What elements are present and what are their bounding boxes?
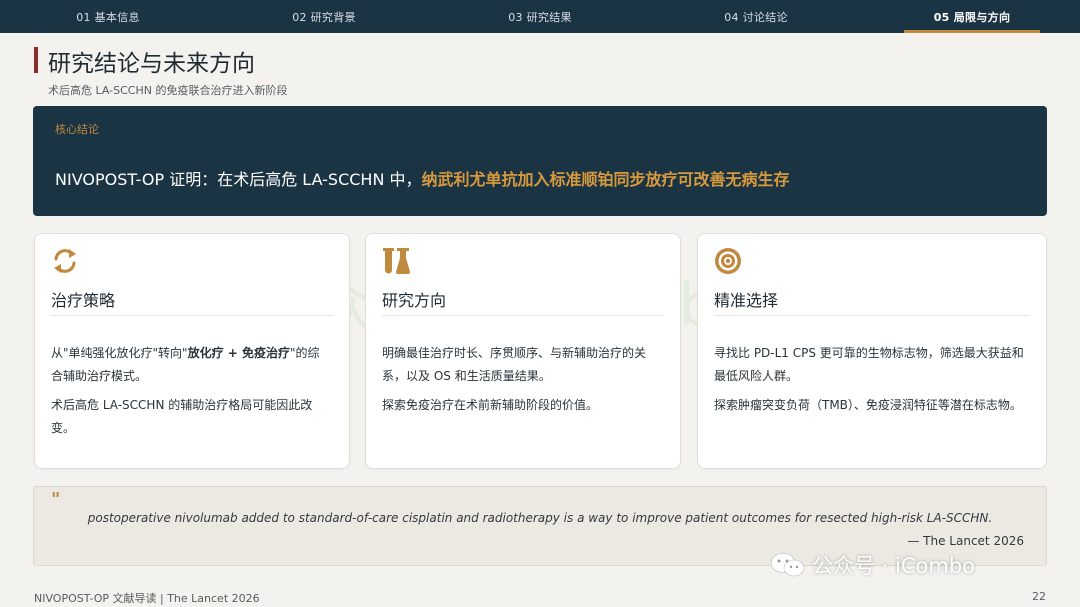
card-body: 寻找比 PD-L1 CPS 更可靠的生物标志物，筛选最大获益和最低风险人群。 探… [714, 342, 1028, 423]
page-subtitle: 术后高危 LA-SCCHN 的免疫联合治疗进入新阶段 [48, 84, 288, 97]
tab-limitations-directions[interactable]: 05 局限与方向 [864, 0, 1080, 33]
card-divider [714, 315, 1030, 316]
card-body: 明确最佳治疗时长、序贯顺序、与新辅助治疗的关系，以及 OS 和生活质量结果。 探… [382, 342, 662, 423]
card-body: 从"单纯强化放化疗"转向"放化疗 + 免疫治疗"的综合辅助治疗模式。 术后高危 … [51, 342, 331, 446]
core-conclusion-text: NIVOPOST-OP 证明：在术后高危 LA-SCCHN 中，纳武利尤单抗加入… [55, 166, 790, 190]
quote-text: postoperative nivolumab added to standar… [87, 511, 993, 525]
card-paragraph: 明确最佳治疗时长、序贯顺序、与新辅助治疗的关系，以及 OS 和生活质量结果。 [382, 346, 647, 383]
page-number: 22 [1032, 590, 1046, 603]
core-conclusion-highlight: 纳武利尤单抗加入标准顺铂同步放疗可改善无病生存 [421, 170, 790, 189]
card-paragraph: 术后高危 LA-SCCHN 的辅助治疗格局可能因此改变。 [51, 398, 313, 435]
core-conclusion-panel: 核心结论 NIVOPOST-OP 证明：在术后高危 LA-SCCHN 中，纳武利… [33, 106, 1047, 216]
core-conclusion-plain: NIVOPOST-OP 证明：在术后高危 LA-SCCHN 中， [55, 170, 422, 189]
refresh-icon [54, 249, 76, 273]
tab-basic-info[interactable]: 01 基本信息 [0, 0, 216, 33]
quote-source: — The Lancet 2026 [907, 534, 1024, 548]
tab-discussion[interactable]: 04 讨论结论 [648, 0, 864, 33]
card-divider [51, 315, 333, 316]
card-title: 研究方向 [382, 291, 447, 310]
card-precision-selection: 精准选择 寻找比 PD-L1 CPS 更可靠的生物标志物，筛选最大获益和最低风险… [697, 233, 1047, 469]
core-conclusion-label: 核心结论 [55, 123, 99, 136]
top-navigation: 01 基本信息 02 研究背景 03 研究结果 04 讨论结论 05 局限与方向 [0, 0, 1080, 33]
card-paragraph: 从"单纯强化放化疗"转向"放化疗 + 免疫治疗"的综合辅助治疗模式。 [51, 346, 320, 383]
card-treatment-strategy: 治疗策略 从"单纯强化放化疗"转向"放化疗 + 免疫治疗"的综合辅助治疗模式。 … [34, 233, 350, 469]
card-title: 精准选择 [714, 291, 779, 310]
card-paragraph: 探索免疫治疗在术前新辅助阶段的价值。 [382, 398, 599, 412]
tab-background[interactable]: 02 研究背景 [216, 0, 432, 33]
tab-results[interactable]: 03 研究结果 [432, 0, 648, 33]
lab-flasks-icon [383, 248, 410, 274]
quote-block: " postoperative nivolumab added to stand… [33, 486, 1047, 566]
target-icon [715, 248, 741, 274]
card-divider [382, 315, 664, 316]
page-title: 研究结论与未来方向 [48, 51, 255, 77]
title-accent-bar [34, 47, 38, 73]
card-paragraph: 探索肿瘤突变负荷（TMB）、免疫浸润特征等潜在标志物。 [714, 398, 1022, 412]
card-paragraph: 寻找比 PD-L1 CPS 更可靠的生物标志物，筛选最大获益和最低风险人群。 [714, 346, 1024, 383]
quote-mark-icon: " [51, 489, 61, 510]
card-title: 治疗策略 [51, 291, 116, 310]
card-research-direction: 研究方向 明确最佳治疗时长、序贯顺序、与新辅助治疗的关系，以及 OS 和生活质量… [365, 233, 681, 469]
footer-source: NIVOPOST-OP 文献导读 | The Lancet 2026 [34, 592, 260, 605]
